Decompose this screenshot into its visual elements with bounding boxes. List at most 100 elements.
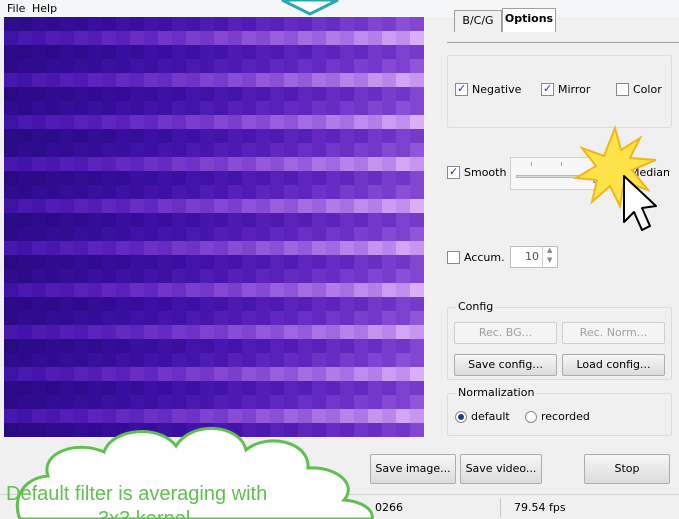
image-pixel	[4, 59, 18, 73]
mirror-checkbox[interactable]: Mirror	[541, 82, 590, 96]
image-pixel	[158, 311, 172, 325]
image-pixel	[32, 367, 46, 381]
image-pixel	[396, 59, 410, 73]
image-pixel	[18, 87, 32, 101]
image-pixel	[312, 59, 326, 73]
image-pixel	[130, 115, 144, 129]
image-pixel	[18, 283, 32, 297]
spin-up-icon[interactable]: ▲	[547, 246, 552, 254]
normalization-recorded-radio[interactable]: recorded	[525, 410, 590, 423]
image-pixel	[102, 297, 116, 311]
image-pixel	[340, 353, 354, 367]
image-pixel	[172, 73, 186, 87]
image-pixel	[312, 395, 326, 409]
image-pixel	[46, 129, 60, 143]
image-pixel	[200, 59, 214, 73]
image-pixel	[214, 311, 228, 325]
image-pixel	[382, 227, 396, 241]
image-pixel	[214, 171, 228, 185]
negative-checkbox[interactable]: Negative	[455, 82, 521, 96]
spin-down-icon[interactable]: ▼	[547, 256, 552, 264]
default-radio-dot[interactable]	[455, 410, 467, 423]
image-pixel	[4, 227, 18, 241]
save-image-button[interactable]: Save image...	[370, 454, 456, 484]
image-pixel	[214, 367, 228, 381]
image-pixel	[284, 143, 298, 157]
image-pixel	[186, 171, 200, 185]
median-checkbox[interactable]: Median	[613, 166, 670, 179]
image-pixel	[298, 31, 312, 45]
smooth-checkbox-box[interactable]	[447, 165, 460, 179]
image-pixel	[256, 87, 270, 101]
image-pixel	[256, 353, 270, 367]
smooth-slider-thumb[interactable]	[592, 166, 602, 183]
image-pixel	[32, 171, 46, 185]
image-pixel	[116, 59, 130, 73]
rec-bg-button[interactable]: Rec. BG...	[454, 322, 557, 344]
accum-spinbox[interactable]: 10 ▲ ▼	[510, 246, 558, 268]
image-pixel	[144, 73, 158, 87]
image-pixel	[158, 73, 172, 87]
load-config-button[interactable]: Load config...	[562, 354, 665, 376]
image-pixel	[256, 395, 270, 409]
image-pixel	[312, 241, 326, 255]
image-pixel	[172, 185, 186, 199]
image-pixel	[4, 157, 18, 171]
color-checkbox[interactable]: Color	[616, 83, 662, 96]
image-pixel	[18, 199, 32, 213]
image-pixel	[88, 129, 102, 143]
camera-image-view[interactable]	[4, 17, 424, 437]
image-pixel	[326, 283, 340, 297]
image-pixel	[200, 353, 214, 367]
menu-help[interactable]: Help	[32, 2, 57, 15]
color-checkbox-box[interactable]	[616, 83, 629, 96]
image-pixel	[242, 325, 256, 339]
image-pixel	[256, 325, 270, 339]
image-pixel	[74, 255, 88, 269]
image-pixel	[396, 73, 410, 87]
tab-bcg[interactable]: B/C/G	[454, 10, 502, 32]
accum-spin-buttons[interactable]: ▲ ▼	[542, 246, 557, 267]
image-pixel	[214, 227, 228, 241]
image-pixel	[396, 297, 410, 311]
image-pixel	[32, 185, 46, 199]
image-pixel	[382, 367, 396, 381]
image-pixel	[60, 171, 74, 185]
image-pixel	[116, 199, 130, 213]
image-pixel	[382, 297, 396, 311]
save-video-button[interactable]: Save video...	[460, 454, 542, 484]
image-pixel	[186, 115, 200, 129]
image-pixel	[4, 87, 18, 101]
image-pixel	[284, 129, 298, 143]
image-pixel	[312, 227, 326, 241]
image-pixel	[410, 143, 424, 157]
negative-checkbox-box[interactable]	[455, 82, 468, 96]
image-pixel	[368, 17, 382, 31]
image-pixel	[368, 199, 382, 213]
save-config-button[interactable]: Save config...	[454, 354, 557, 376]
image-pixel	[186, 311, 200, 325]
stop-button[interactable]: Stop	[584, 454, 670, 484]
image-pixel	[326, 255, 340, 269]
image-pixel	[228, 213, 242, 227]
smooth-checkbox[interactable]: Smooth	[447, 165, 506, 179]
median-checkbox-box[interactable]	[613, 166, 626, 179]
normalization-default-radio[interactable]: default	[455, 410, 510, 423]
accum-checkbox[interactable]: Accum.	[447, 251, 505, 264]
image-pixel	[18, 143, 32, 157]
smooth-slider[interactable]	[510, 157, 606, 190]
image-pixel	[396, 129, 410, 143]
image-pixel	[270, 423, 284, 437]
image-pixel	[228, 339, 242, 353]
image-pixel	[214, 17, 228, 31]
image-pixel	[270, 339, 284, 353]
image-pixel	[60, 87, 74, 101]
recorded-radio-dot[interactable]	[525, 410, 537, 423]
image-pixel	[228, 17, 242, 31]
accum-checkbox-box[interactable]	[447, 251, 460, 264]
menu-file[interactable]: File	[7, 2, 25, 15]
mirror-checkbox-box[interactable]	[541, 82, 554, 96]
image-pixel	[312, 269, 326, 283]
tab-options[interactable]: Options	[502, 8, 556, 32]
rec-norm-button[interactable]: Rec. Norm...	[562, 322, 665, 344]
